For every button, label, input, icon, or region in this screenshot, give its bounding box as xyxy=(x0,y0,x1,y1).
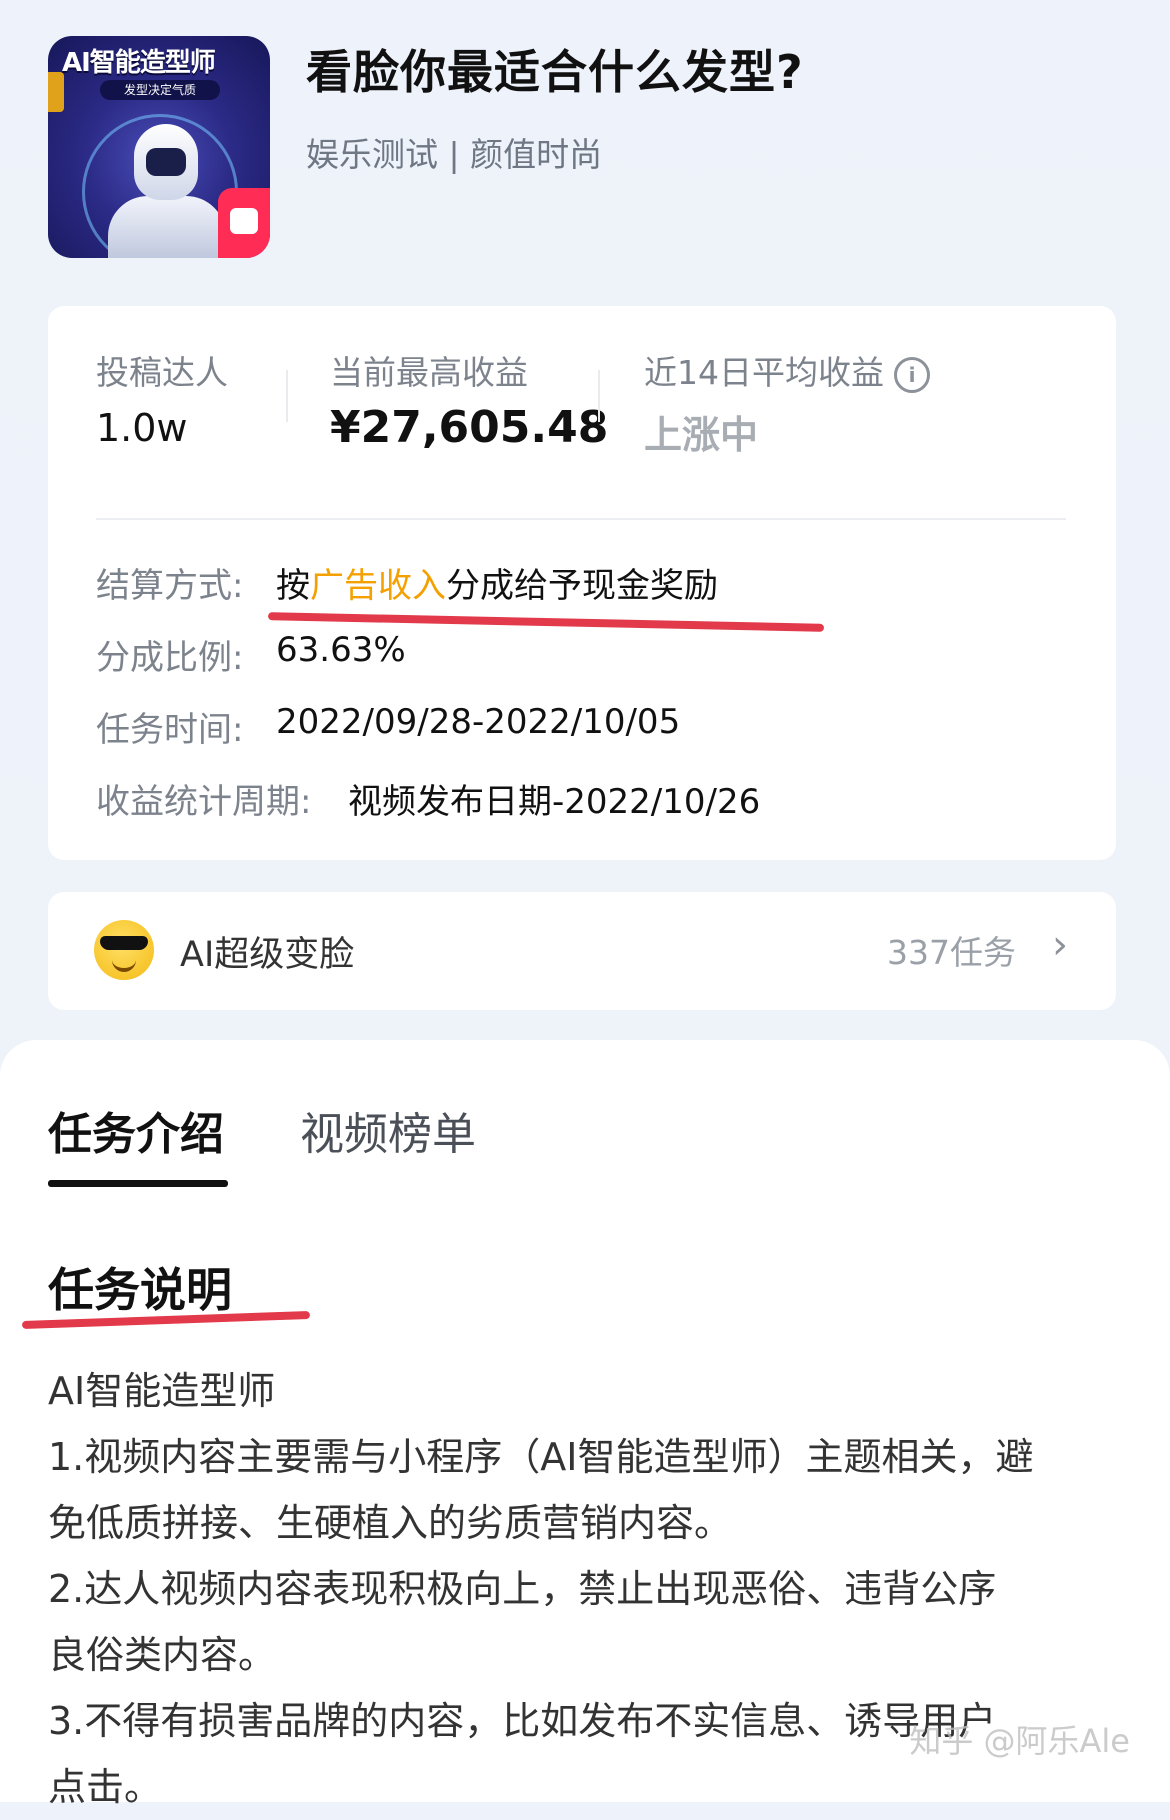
tool-card[interactable]: AI超级变脸 337任务 › xyxy=(48,892,1116,1010)
tab-task-intro[interactable]: 任务介绍 xyxy=(48,1098,224,1162)
sunglasses-emoji-icon xyxy=(94,920,154,980)
settlement-prefix: 按 xyxy=(276,566,310,606)
robot-face-illustration xyxy=(146,148,186,176)
tool-task-count: 337任务 xyxy=(887,933,1016,972)
settlement-suffix: 分成给予现金奖励 xyxy=(446,566,718,606)
ratio-label: 分成比例: xyxy=(96,638,244,678)
submitters-label: 投稿达人 xyxy=(96,353,228,392)
stats-card: 投稿达人 1.0w 当前最高收益 ¥27,605.48 近14日平均收益 i 上涨… xyxy=(48,306,1116,860)
avg-14d-label-text: 近14日平均收益 xyxy=(644,353,884,392)
stats-divider xyxy=(96,518,1066,520)
robot-body-illustration xyxy=(108,196,226,258)
tab-video-ranking[interactable]: 视频榜单 xyxy=(300,1098,476,1162)
submitters-value: 1.0w xyxy=(96,406,188,450)
top-earning-label: 当前最高收益 xyxy=(330,353,528,392)
task-desc-line: 点击。 xyxy=(48,1765,163,1809)
active-tab-indicator xyxy=(48,1180,228,1187)
cover-image[interactable]: AI智能造型师 发型决定气质 xyxy=(48,36,270,258)
ratio-value: 63.63% xyxy=(276,630,406,670)
stat-divider xyxy=(286,370,288,422)
task-time-value: 2022/09/28-2022/10/05 xyxy=(276,702,681,742)
task-desc-line: AI智能造型师 xyxy=(48,1369,276,1413)
settlement-highlight: 广告收入 xyxy=(310,566,446,606)
cover-subtitle: 发型决定气质 xyxy=(100,80,220,100)
task-desc-line: 良俗类内容。 xyxy=(48,1633,277,1677)
cover-title: AI智能造型师 xyxy=(62,48,216,78)
avg-14d-value: 上涨中 xyxy=(644,413,759,457)
settlement-value: 按广告收入分成给予现金奖励 xyxy=(276,558,718,607)
info-icon[interactable]: i xyxy=(894,356,930,393)
settlement-label: 结算方式: xyxy=(96,566,244,606)
top-earning-value: ¥27,605.48 xyxy=(330,402,609,453)
stats-period-label: 收益统计周期: xyxy=(96,782,312,822)
stat-divider xyxy=(598,370,600,422)
cat-logo-icon xyxy=(218,188,270,258)
avg-14d-label: 近14日平均收益 i xyxy=(644,346,930,394)
page-title: 看脸你最适合什么发型? xyxy=(306,45,804,99)
tool-name: AI超级变脸 xyxy=(180,935,355,975)
category-label: 娱乐测试 | 颜值时尚 xyxy=(306,135,603,174)
task-desc-line: 2.达人视频内容表现积极向上，禁止出现恶俗、违背公序 xyxy=(48,1567,997,1611)
annotation-underline xyxy=(267,612,825,632)
stats-period-value: 视频发布日期-2022/10/26 xyxy=(348,782,761,822)
task-desc-line: 免低质拼接、生硬植入的劣质营销内容。 xyxy=(48,1501,733,1545)
section-title: 任务说明 xyxy=(48,1263,232,1317)
watermark: 知乎 @阿乐Ale xyxy=(909,1722,1130,1760)
task-desc-line: 1.视频内容主要需与小程序（AI智能造型师）主题相关，避 xyxy=(48,1435,1034,1479)
chevron-right-icon: › xyxy=(1052,922,1068,968)
task-time-label: 任务时间: xyxy=(96,710,244,750)
